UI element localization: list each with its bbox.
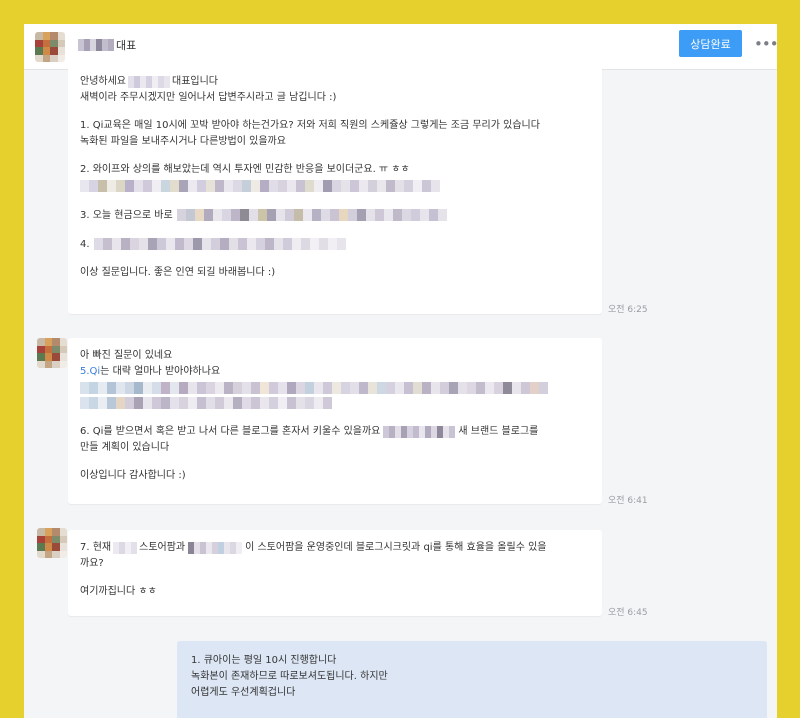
message-text: 녹화본이 존재하므로 따로보셔도됩니다. 하지만 [191,671,388,682]
message-text: 7. 현재 [80,542,112,553]
message-text: 이상 질문입니다. 좋은 인연 되길 바래봅니다 :) [80,267,276,278]
customer-name-suffix: 대표 [116,39,137,52]
message-bubble: 안녕하세요 대표입니다 새벽이라 주무시겠지만 일어나서 답변주시라고 글 남깁… [68,64,602,314]
redacted-text [80,382,590,395]
redacted-text [93,238,346,251]
consultation-complete-button[interactable]: 상담완료 [679,30,742,57]
redacted-name [78,39,114,51]
message-text: 는 대략 얼마나 받아야하나요 [100,366,221,377]
message-text: 안녕하세요 [80,76,126,87]
message-text: 스토어팜과 [139,542,186,553]
message-text: 이상입니다 감사합니다 :) [80,470,186,481]
redacted-text [188,542,243,554]
message-bubble: 아 빠진 질문이 있네요 5.Qi 는 대략 얼마나 받아야하나요 6. Qi를… [68,338,602,504]
message-text: 4. [80,238,90,250]
customer-avatar[interactable] [37,528,67,558]
message-text: 1. Qi교육은 매일 10시에 꼬박 받아야 하는건가요? 저와 저희 직원의… [80,120,540,131]
message-bubble: 7. 현재 스토어팜과 이 스토어팜을 운영중인데 블로그시크릿과 qi를 통해… [68,530,602,616]
message-text: 3. 오늘 현금으로 바로 [80,209,173,221]
message-text: 새 브랜드 블로그를 [458,426,539,437]
redacted-text [80,180,590,193]
message-time: 오전 6:41 [608,496,648,506]
message-text: 아 빠진 질문이 있네요 [80,350,173,361]
message-text: 2. 와이프와 상의를 해보았는데 역시 투자엔 민감한 반응을 보이더군요. … [80,164,410,175]
chat-window: 대표 상담완료 ••• 안녕하세요 대표입니다 새벽이라 주무시겠지만 일어나서… [24,24,777,718]
customer-avatar[interactable] [37,338,67,368]
more-options-icon[interactable]: ••• [754,34,777,54]
my-message-bubble: 1. 큐아이는 평일 10시 진행합니다 녹화본이 존재하므로 따로보셔도됩니다… [177,641,767,718]
message-text: 녹화된 파일을 보내주시거나 다른방법이 있을까요 [80,136,286,147]
redacted-text [383,426,456,438]
redacted-text [128,76,170,88]
message-text: 이 스토어팜을 운영중인데 블로그시크릿과 qi를 통해 효율을 올릴수 있을 [245,542,547,553]
message-text: 6. Qi를 받으면서 혹은 받고 나서 다른 블로그를 혼자서 키울수 있을까… [80,426,381,437]
message-text: 어렵게도 우선계획겁니다 [191,687,296,698]
message-text: 새벽이라 주무시겠지만 일어나서 답변주시라고 글 남깁니다 :) [80,92,337,103]
message-text: 1. 큐아이는 평일 10시 진행합니다 [191,655,337,666]
message-link[interactable]: 5.Qi [80,364,100,380]
message-time: 오전 6:25 [608,305,648,315]
customer-name: 대표 [78,37,136,53]
message-time: 오전 6:45 [608,608,648,618]
message-text: 만들 계획이 있습니다 [80,442,170,453]
customer-avatar[interactable] [35,32,65,62]
message-text: 대표입니다 [172,76,218,87]
redacted-text [113,542,138,554]
message-text: 여기까집니다 ㅎㅎ [80,586,157,597]
redacted-text [176,209,447,222]
message-text: 까요? [80,558,104,569]
redacted-text [80,397,590,410]
